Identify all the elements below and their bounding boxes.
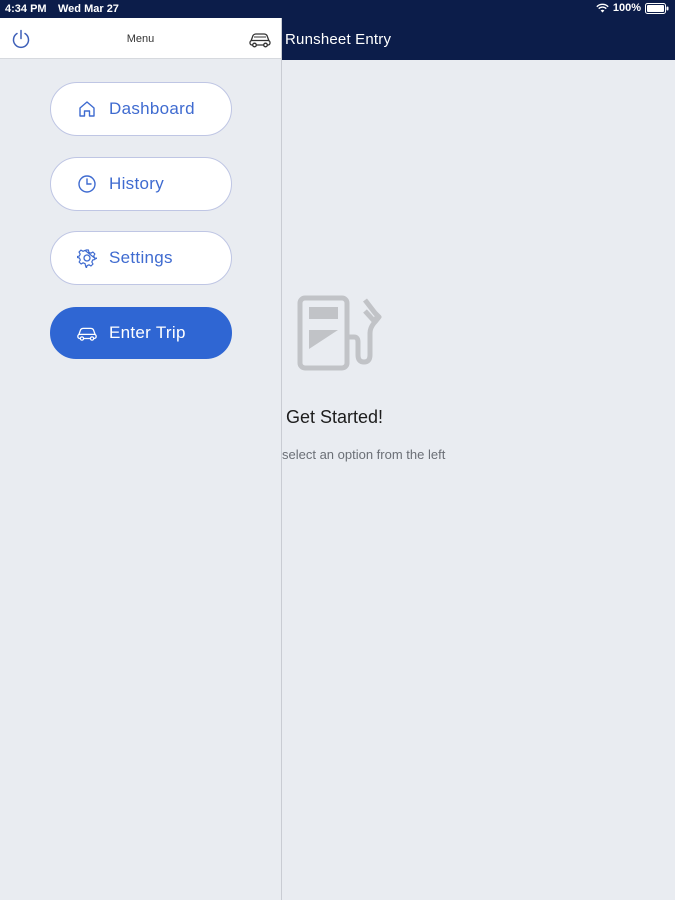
enter-trip-button[interactable]: Enter Trip (50, 307, 232, 359)
page-title: Runsheet Entry (285, 31, 392, 48)
status-bar: 4:34 PM Wed Mar 27 100% (0, 0, 675, 18)
fuel-pump-icon (297, 295, 387, 380)
settings-label: Settings (109, 248, 173, 267)
settings-button[interactable]: Settings (50, 231, 232, 285)
empty-state-title: Get Started! (286, 407, 384, 427)
home-icon (76, 98, 98, 120)
enter-trip-label: Enter Trip (109, 323, 186, 342)
status-right: 100% (596, 2, 669, 14)
empty-state: Get Started! select an option from the l… (282, 60, 675, 900)
drawer-title: Menu (126, 33, 155, 45)
status-date: Wed Mar 27 (58, 3, 119, 15)
history-label: History (109, 174, 164, 193)
dashboard-button[interactable]: Dashboard (50, 82, 232, 136)
status-time: 4:34 PM (5, 3, 47, 15)
gear-icon (76, 247, 98, 269)
car-icon (76, 322, 98, 344)
battery-percent: 100% (612, 2, 641, 14)
drawer-header: Menu (0, 18, 281, 59)
menu-drawer: Menu Dashboard History Settings Enter Tr… (0, 18, 282, 900)
wifi-icon (596, 3, 609, 13)
history-button[interactable]: History (50, 157, 232, 211)
battery-icon (645, 2, 669, 14)
clock-icon (76, 173, 98, 195)
empty-state-subtitle: select an option from the left (282, 447, 446, 462)
dashboard-label: Dashboard (109, 99, 195, 118)
car-icon[interactable] (248, 30, 272, 48)
